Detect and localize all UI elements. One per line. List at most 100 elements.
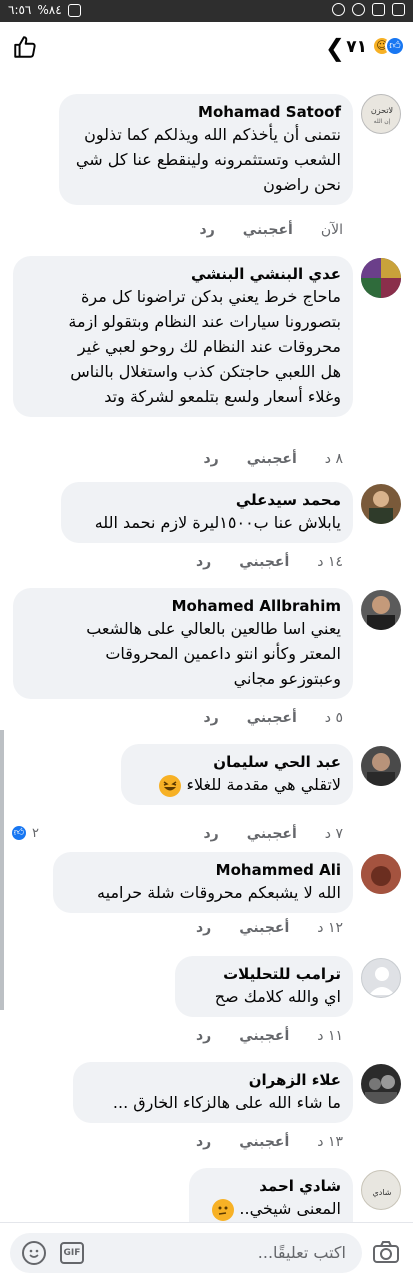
whatsapp-icon	[352, 3, 365, 16]
back-button[interactable]: ❮	[325, 33, 345, 63]
comment-item: محمد سيدعلي يابلاش عنا ب١٥٠٠ليرة لازم نح…	[0, 482, 413, 582]
comment-item: علاء الزهران ما شاء الله على هالزكاء الخ…	[0, 1062, 413, 1158]
battery-level: %٨٤	[37, 3, 62, 17]
thinking-emoji-icon	[212, 1198, 235, 1221]
comment-item: لاتحزن إن الله Mohamad Satoof نتمنى أن يأ…	[0, 94, 413, 244]
like-button[interactable]: أعجبني	[247, 826, 297, 842]
comment-actions: ١٢ د أعجبني رد	[196, 920, 343, 936]
sticker-icon[interactable]	[22, 1241, 46, 1265]
like-button[interactable]: أعجبني	[247, 451, 297, 467]
comment-item: عبد الحي سليمان لاتقلي هي مقدمة للغلاء ٧…	[0, 744, 413, 844]
comment-reaction-badge[interactable]: 👍︎ ٢	[10, 824, 39, 842]
gallery-icon	[372, 3, 385, 16]
comment-bubble[interactable]: محمد سيدعلي يابلاش عنا ب١٥٠٠ليرة لازم نح…	[61, 482, 353, 543]
like-button[interactable]: أعجبني	[239, 920, 289, 936]
like-button[interactable]: أعجبني	[243, 222, 293, 238]
comment-time: ١١ د	[317, 1028, 343, 1044]
comment-bubble[interactable]: عبد الحي سليمان لاتقلي هي مقدمة للغلاء	[121, 744, 353, 805]
comment-text: لاتقلي هي مقدمة للغلاء	[133, 772, 341, 797]
avatar[interactable]	[361, 746, 401, 786]
avatar[interactable]	[361, 484, 401, 524]
comment-bubble[interactable]: عدي البنشي البنشي ماحاج خرط يعني بدكن تر…	[13, 256, 353, 417]
comment-line: نتمنى أن يأخذكم الله ويذلكم كما تذلون	[84, 125, 341, 144]
like-button[interactable]: أعجبني	[239, 554, 289, 570]
comments-header: ❮ ٧١ ☺ 👍︎	[0, 22, 413, 76]
reply-button[interactable]: رد	[196, 920, 211, 936]
comment-actions: ٨ د أعجبني رد	[203, 451, 343, 467]
comment-author[interactable]: شادي احمد	[201, 1176, 341, 1196]
wifi-icon	[67, 3, 81, 17]
like-button[interactable]: أعجبني	[239, 1028, 289, 1044]
reply-button[interactable]: رد	[203, 826, 218, 842]
reply-button[interactable]: رد	[203, 451, 218, 467]
comment-line: المعتر وكأنو انتو داعمين المحروقات	[105, 644, 341, 663]
comment-author[interactable]: عدي البنشي البنشي	[25, 264, 341, 284]
reaction-count[interactable]: ٧١	[346, 37, 367, 57]
comment-author[interactable]: علاء الزهران	[85, 1070, 341, 1090]
reply-button[interactable]: رد	[196, 1134, 211, 1150]
avatar[interactable]: شادي	[361, 1170, 401, 1210]
reply-button[interactable]: رد	[203, 710, 218, 726]
avatar[interactable]	[361, 258, 401, 298]
comment-author[interactable]: Mohamad Satoof	[71, 102, 341, 122]
comment-time: ٥ د	[324, 710, 343, 726]
comment-line: يعني اسا طالعين بالعالي على هالشعب	[86, 619, 341, 638]
status-left: ٦:٥٦ %٨٤	[8, 3, 81, 17]
comment-line: وعبتوزعو مجاني	[233, 669, 341, 688]
comment-reaction-count: ٢	[32, 825, 39, 841]
comment-input-placeholder: اكتب تعليقًا...	[257, 1243, 346, 1262]
comment-bubble[interactable]: علاء الزهران ما شاء الله على هالزكاء الخ…	[73, 1062, 353, 1123]
comment-item: Mohammed Ali الله لا يشبعكم محروقات شلة …	[0, 852, 413, 948]
comment-bubble[interactable]: Mohamad Satoof نتمنى أن يأخذكم الله ويذل…	[59, 94, 353, 205]
avatar[interactable]	[361, 1064, 401, 1104]
comment-time: ٨ د	[324, 451, 343, 467]
thumbs-up-outline-icon[interactable]	[12, 34, 38, 60]
laughing-emoji-icon	[159, 774, 182, 797]
avatar[interactable]	[361, 958, 401, 998]
comment-line: وغلاء أسعار ولسع بتلمعو لشركة وتد	[104, 387, 341, 406]
comment-line: لاتقلي هي مقدمة للغلاء	[186, 775, 341, 794]
comment-item: شادي شادي احمد المعنى شيخي..	[0, 1168, 413, 1224]
comment-time: ٧ د	[324, 826, 343, 842]
comment-bubble[interactable]: Mohammed Ali الله لا يشبعكم محروقات شلة …	[53, 852, 353, 913]
avatar[interactable]	[361, 590, 401, 630]
avatar[interactable]	[361, 854, 401, 894]
like-reaction-icon: 👍︎	[10, 824, 28, 842]
comment-actions: الآن أعجبني رد	[200, 222, 343, 238]
comment-line: الله لا يشبعكم محروقات شلة حراميه	[97, 883, 341, 902]
comment-author[interactable]: Mohamed Allbrahim	[25, 596, 341, 616]
comment-actions: ٥ د أعجبني رد	[203, 710, 343, 726]
like-button[interactable]: أعجبني	[239, 1134, 289, 1150]
comment-bubble[interactable]: Mohamed Allbrahim يعني اسا طالعين بالعال…	[13, 588, 353, 699]
scrollbar[interactable]	[0, 730, 4, 1010]
reply-button[interactable]: رد	[200, 222, 215, 238]
comment-composer: اكتب تعليقًا... GIF	[0, 1222, 413, 1280]
comment-line: المعنى شيخي..	[239, 1199, 341, 1218]
comment-time: ١٤ د	[317, 554, 343, 570]
comment-time: الآن	[320, 222, 343, 238]
comment-line: بتصورونا سيارات عند النظام وبتقولو ازمة	[68, 312, 341, 331]
comment-actions: ٧ د أعجبني رد	[203, 826, 343, 842]
comment-actions: ١٣ د أعجبني رد	[196, 1134, 343, 1150]
comment-line: محروقات عند النظام لك روحو لعبي غير	[77, 337, 341, 356]
comment-item: ترامب للتحليلات اي والله كلامك صح ١١ د أ…	[0, 956, 413, 1052]
svg-text:لاتحزن: لاتحزن	[371, 106, 393, 115]
comment-author[interactable]: عبد الحي سليمان	[133, 752, 341, 772]
comment-author[interactable]: محمد سيدعلي	[73, 490, 341, 510]
comment-input[interactable]: اكتب تعليقًا... GIF	[10, 1233, 362, 1273]
reaction-summary[interactable]: ☺ 👍︎	[369, 36, 405, 58]
comment-bubble[interactable]: شادي احمد المعنى شيخي..	[189, 1168, 353, 1224]
gif-button[interactable]: GIF	[60, 1242, 84, 1264]
comment-author[interactable]: ترامب للتحليلات	[187, 964, 341, 984]
status-time: ٦:٥٦	[8, 3, 32, 17]
comment-bubble[interactable]: ترامب للتحليلات اي والله كلامك صح	[175, 956, 353, 1017]
messenger-icon	[332, 3, 345, 16]
like-button[interactable]: أعجبني	[247, 710, 297, 726]
reply-button[interactable]: رد	[196, 1028, 211, 1044]
svg-text:شادي: شادي	[373, 1188, 392, 1197]
reply-button[interactable]: رد	[196, 554, 211, 570]
comment-line: يابلاش عنا ب١٥٠٠ليرة لازم نحمد الله	[94, 513, 341, 532]
comment-author[interactable]: Mohammed Ali	[65, 860, 341, 880]
camera-icon[interactable]	[373, 1241, 399, 1263]
avatar[interactable]: لاتحزن إن الله	[361, 94, 401, 134]
